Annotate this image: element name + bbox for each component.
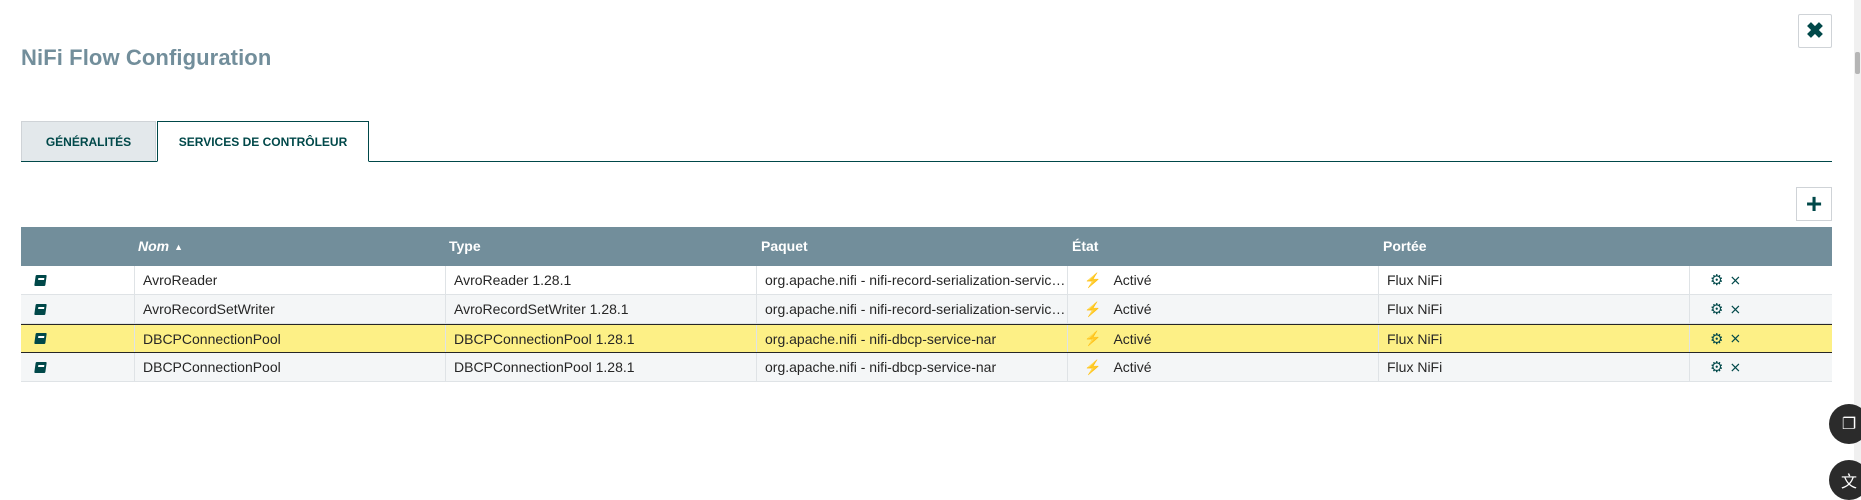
usage-cell <box>21 325 134 352</box>
controller-services-table: Nom ▲ Type Paquet État Portée AvroReader … <box>21 227 1832 382</box>
name-cell: DBCPConnectionPool <box>134 325 445 352</box>
actions-cell: ⚙ ⨯ <box>1689 266 1832 294</box>
disable-icon[interactable]: ⨯ <box>1729 359 1741 376</box>
book-icon[interactable] <box>34 303 47 315</box>
scope-cell: Flux NiFi <box>1378 266 1689 294</box>
scope-cell: Flux NiFi <box>1378 325 1689 352</box>
disable-icon[interactable]: ⨯ <box>1729 301 1741 318</box>
type-cell: DBCPConnectionPool 1.28.1 <box>445 325 756 352</box>
book-icon[interactable] <box>34 333 47 344</box>
usage-cell <box>21 266 134 294</box>
bundle-cell: org.apache.nifi - nifi-record-serializat… <box>756 266 1067 294</box>
type-cell: AvroReader 1.28.1 <box>445 266 756 294</box>
translate-icon[interactable]: 文 <box>1829 460 1861 500</box>
scrollbar-thumb[interactable] <box>1855 52 1860 74</box>
tab-bar: GÉNÉRALITÉS SERVICES DE CONTRÔLEUR <box>21 121 1832 162</box>
name-cell: DBCPConnectionPool <box>134 353 445 381</box>
gear-icon[interactable]: ⚙ <box>1710 271 1723 289</box>
page-title: NiFi Flow Configuration <box>21 45 272 70</box>
column-header-bundle[interactable]: Paquet <box>761 227 808 266</box>
column-header-name-label: Nom <box>138 238 170 254</box>
state-cell: ⚡ Activé <box>1067 266 1378 294</box>
type-cell: AvroRecordSetWriter 1.28.1 <box>445 295 756 323</box>
bundle-cell: org.apache.nifi - nifi-record-serializat… <box>756 295 1067 323</box>
actions-cell: ⚙ ⨯ <box>1689 295 1832 323</box>
state-cell: ⚡ Activé <box>1067 295 1378 323</box>
bolt-icon: ⚡ <box>1084 271 1102 288</box>
column-header-scope[interactable]: Portée <box>1383 227 1427 266</box>
tab-controller-services[interactable]: SERVICES DE CONTRÔLEUR <box>157 121 369 162</box>
actions-cell: ⚙ ⨯ <box>1689 325 1832 352</box>
state-cell: ⚡ Activé <box>1067 353 1378 381</box>
close-icon: ✖ <box>1805 18 1825 43</box>
name-cell: AvroReader <box>134 266 445 294</box>
scope-cell: Flux NiFi <box>1378 353 1689 381</box>
table-header: Nom ▲ Type Paquet État Portée <box>21 227 1832 266</box>
sort-ascending-icon: ▲ <box>174 242 184 252</box>
add-controller-service-button[interactable]: + <box>1796 187 1832 221</box>
bolt-icon: ⚡ <box>1084 330 1102 346</box>
table-row[interactable]: AvroRecordSetWriter AvroRecordSetWriter … <box>21 295 1832 324</box>
scope-cell: Flux NiFi <box>1378 295 1689 323</box>
disable-icon[interactable]: ⨯ <box>1729 272 1741 289</box>
gear-icon[interactable]: ⚙ <box>1710 358 1723 376</box>
bolt-icon: ⚡ <box>1084 300 1102 317</box>
usage-cell <box>21 295 134 323</box>
book-icon[interactable] <box>34 274 47 286</box>
type-cell: DBCPConnectionPool 1.28.1 <box>445 353 756 381</box>
gear-icon[interactable]: ⚙ <box>1710 300 1723 318</box>
reader-mode-icon[interactable]: ❐ <box>1829 404 1861 444</box>
bolt-icon: ⚡ <box>1084 358 1102 375</box>
book-icon[interactable] <box>34 361 47 373</box>
disable-icon[interactable]: ⨯ <box>1729 330 1741 347</box>
plus-icon: + <box>1805 188 1823 219</box>
table-row[interactable]: AvroReader AvroReader 1.28.1 org.apache.… <box>21 266 1832 295</box>
usage-cell <box>21 353 134 381</box>
bundle-cell: org.apache.nifi - nifi-dbcp-service-nar <box>756 353 1067 381</box>
column-header-name[interactable]: Nom ▲ <box>138 227 183 266</box>
column-header-type[interactable]: Type <box>449 227 481 266</box>
table-row-selected[interactable]: DBCPConnectionPool DBCPConnectionPool 1.… <box>21 324 1832 353</box>
column-header-state[interactable]: État <box>1072 227 1098 266</box>
gear-icon[interactable]: ⚙ <box>1710 330 1723 348</box>
state-cell: ⚡ Activé <box>1067 325 1378 352</box>
name-cell: AvroRecordSetWriter <box>134 295 445 323</box>
tab-general[interactable]: GÉNÉRALITÉS <box>21 121 156 161</box>
close-button[interactable]: ✖ <box>1798 14 1832 48</box>
table-row[interactable]: DBCPConnectionPool DBCPConnectionPool 1.… <box>21 353 1832 382</box>
actions-cell: ⚙ ⨯ <box>1689 353 1832 381</box>
bundle-cell: org.apache.nifi - nifi-dbcp-service-nar <box>756 325 1067 352</box>
